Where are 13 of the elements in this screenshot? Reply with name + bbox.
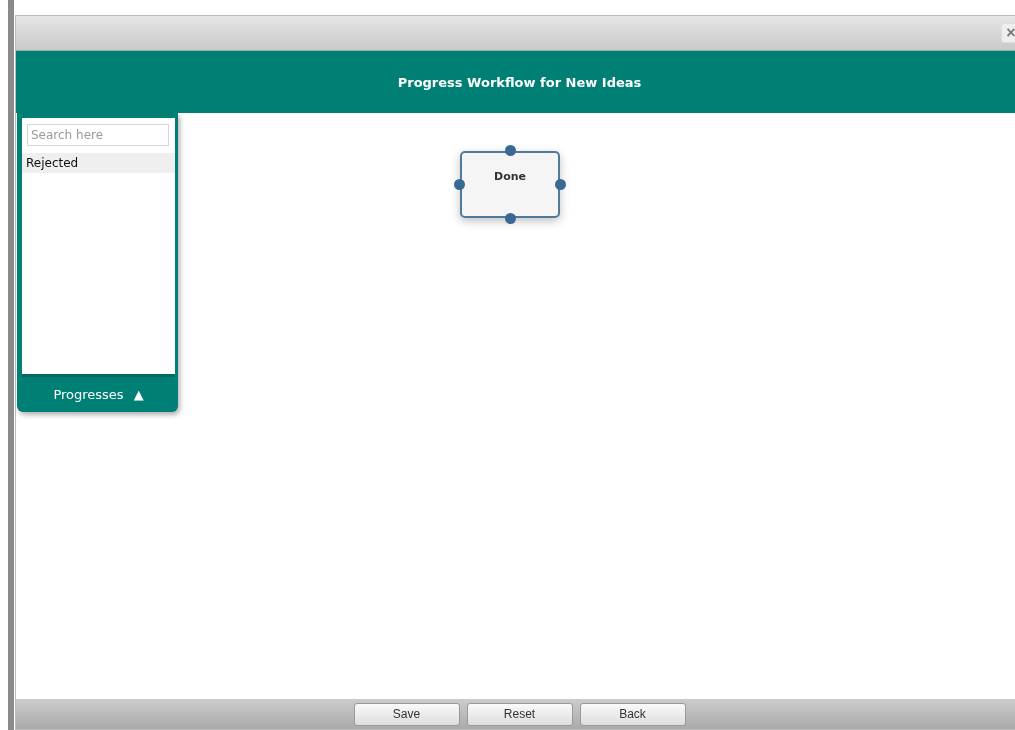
port-handle[interactable]: [555, 179, 566, 190]
panel-toggle[interactable]: Progresses ▲: [22, 374, 175, 412]
footer-button[interactable]: Save: [353, 702, 460, 726]
port-handle[interactable]: [454, 179, 465, 190]
footer-button[interactable]: Reset: [466, 702, 573, 726]
close-button[interactable]: ×: [1001, 23, 1015, 43]
port-handle[interactable]: [505, 145, 516, 156]
list-item[interactable]: Rejected: [22, 153, 175, 173]
port-handle[interactable]: [505, 213, 516, 224]
workflow-node[interactable]: Done: [460, 151, 560, 218]
dialog-header: Progress Workflow for New Ideas: [16, 51, 1015, 113]
footer-button[interactable]: Back: [579, 702, 686, 726]
search-field[interactable]: Search here: [27, 124, 169, 146]
